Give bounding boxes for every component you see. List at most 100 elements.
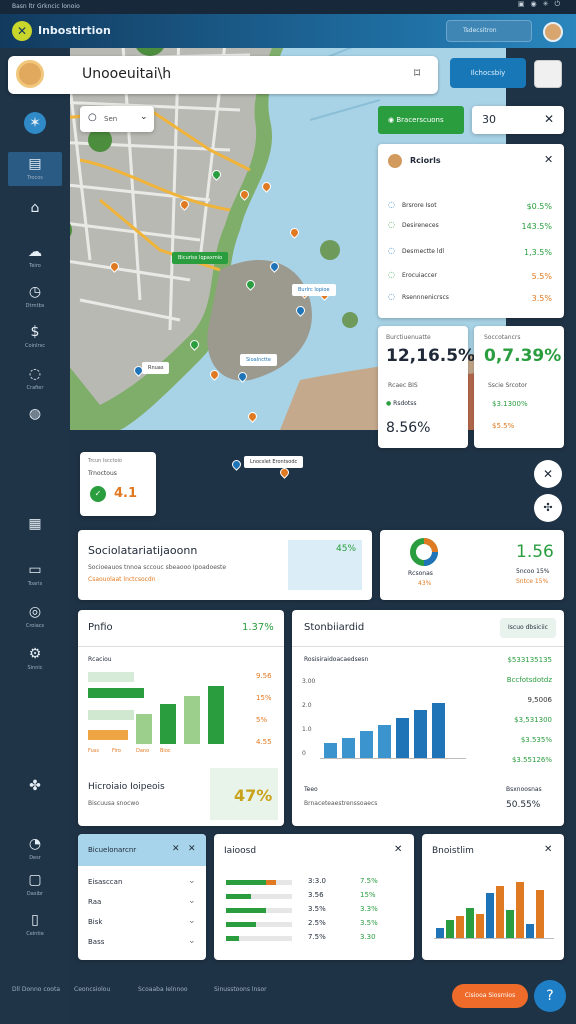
performance-legend: Rcaciou <box>88 656 112 663</box>
profile-avatar[interactable] <box>16 60 44 88</box>
star-icon[interactable]: ✕ <box>172 844 180 854</box>
close-icon[interactable]: ✕ <box>394 844 402 855</box>
sidebar-item-ceintie[interactable]: ▯ Ceintie <box>8 912 62 937</box>
histogram-bar <box>476 914 484 938</box>
map-search-input[interactable]: ○ Sen ⌄ <box>80 106 154 132</box>
bottom-bar-item[interactable]: Dll Donno coota <box>12 986 60 993</box>
top-action-button[interactable]: Ilchocsbiy <box>450 58 526 88</box>
map-marker-label[interactable]: Rnuas <box>142 362 170 374</box>
bottom-action-label: Cisiooa Siosrnios <box>464 992 516 999</box>
sidebar-item-croiacs[interactable]: ◎ Croiacs <box>8 604 62 629</box>
sidebar-item-desr[interactable]: ◔ Desr <box>8 836 62 861</box>
performance-value: 1.37% <box>242 622 274 633</box>
statistics-bar <box>432 703 445 758</box>
progress-fill <box>226 936 240 941</box>
secondary-avatar[interactable] <box>534 60 562 88</box>
map-marker-label[interactable]: Bicuriss Iqpaxmio <box>172 252 229 264</box>
sidebar-item-sinnic[interactable]: ⚙ Sinnic <box>8 646 62 671</box>
statistics-right-value: $3.535% <box>520 736 552 744</box>
chevron-down-icon[interactable]: ⌄ <box>188 876 196 886</box>
histogram-bar <box>516 882 524 938</box>
performance-bottom-value: 47% <box>234 786 273 805</box>
close-icon[interactable]: ✕ <box>544 112 554 126</box>
sidebar-item-label: Trocos <box>27 175 43 181</box>
user-avatar[interactable] <box>543 22 563 42</box>
chevron-down-icon[interactable]: ⌄ <box>188 896 196 906</box>
map-pin-icon[interactable] <box>278 466 291 479</box>
sidebar-item-grid[interactable]: ▦ <box>8 516 62 532</box>
header-search[interactable]: Tsdecsitron <box>446 20 532 42</box>
sidebar-item-coinlrsc[interactable]: $ Coinlrsc <box>8 324 62 349</box>
map-filter-chip[interactable]: ◉ Bracerscuons <box>378 106 464 134</box>
panel-title: Rciorls <box>410 156 441 165</box>
tablet-icon: ▯ <box>31 912 39 928</box>
bottom-bar-item[interactable]: Sinusstoons lnsor <box>214 986 267 993</box>
statistics-bar <box>414 710 427 758</box>
sidebar-item-trocos[interactable]: ▤ Trocos <box>8 152 62 186</box>
list-item[interactable]: Bisk <box>88 918 102 926</box>
close-icon[interactable]: ✕ <box>544 844 552 855</box>
sidebar-item-toaris[interactable]: ▭ Toaris <box>8 562 62 587</box>
performance-bottom-title: Hicroiaio Ioipeois <box>88 782 165 792</box>
statistics-y-tick: 3.00 <box>302 678 316 685</box>
map-marker-label[interactable]: Lnocslet Erontsodc <box>244 456 304 468</box>
map-pin-icon[interactable] <box>230 458 243 471</box>
progress-fill <box>226 922 256 927</box>
lock-icon: ▣ <box>517 0 531 8</box>
app-logo-icon[interactable]: ✕ <box>12 21 32 41</box>
sidebar-item-label: Dasibr <box>26 891 44 897</box>
bookmark-icon[interactable]: ⌑ <box>414 66 420 80</box>
chart-icon: ◍ <box>28 406 42 422</box>
system-bar: Basn ltr Grkncic lonoio <box>0 0 576 14</box>
histogram-bar <box>466 908 474 938</box>
map-layers-button[interactable]: ✣ <box>534 494 562 522</box>
metric-a-sub2-row: ● Rsdotss <box>386 400 417 407</box>
sidebar-item-label: Desr <box>29 855 41 861</box>
statistics-button[interactable]: Iscuo dbsiciic <box>500 618 556 638</box>
metric-card-b: Soccotancrs 0,7.39% Sscie Srcotor $3.130… <box>474 326 564 448</box>
list-item[interactable]: Eisasccan <box>88 878 122 886</box>
performance-x-label: Dano <box>136 748 150 754</box>
histogram-bar <box>486 893 494 938</box>
settings-icon: ⚙ <box>28 646 42 662</box>
help-fab[interactable]: ? <box>534 980 566 1012</box>
map-close-button[interactable]: ✕ <box>534 460 562 488</box>
list-item[interactable]: Bass <box>88 938 104 946</box>
sidebar-item-compass[interactable]: ✶ <box>8 112 62 134</box>
search-icon: ○ <box>88 112 97 123</box>
progress-fill-accent <box>265 880 277 885</box>
panel-row-label: Rsennnenicrscs <box>402 294 449 301</box>
panel-row-value: 5.5% <box>531 272 552 281</box>
sidebar-item-dasibr[interactable]: ▢ Dasibr <box>8 872 62 897</box>
map-marker-label[interactable]: Burlrc Iopioe <box>292 284 336 296</box>
system-icons: ▣◉✳⏻ <box>518 0 566 9</box>
bottom-bar-item[interactable]: Scoaaba Ielnnoo <box>138 986 188 993</box>
chevron-down-icon[interactable]: ⌄ <box>188 916 196 926</box>
statistics-right-value: 9,5006 <box>527 696 553 704</box>
statistics-right-value: $533135135 <box>507 656 552 664</box>
histogram-card: Bnoistlim ✕ <box>422 834 564 960</box>
close-icon[interactable]: ✕ <box>188 844 196 854</box>
sidebar-item-crafier[interactable]: ◌ Crafier <box>8 366 62 391</box>
performance-bottom-sub: Biscuusa snocwo <box>88 800 139 807</box>
top-search-bar[interactable] <box>8 56 438 94</box>
metric-a-label: Burctiuenuatte <box>386 334 431 341</box>
sidebar-item-home[interactable]: ⌂ <box>8 200 62 216</box>
bottom-action-button[interactable]: Cisiooa Siosrnios <box>452 984 528 1008</box>
sidebar-item-share[interactable]: ✤ <box>8 778 62 794</box>
grid-icon: ▦ <box>28 516 42 532</box>
close-icon[interactable]: ✕ <box>544 153 553 166</box>
sidebar-item-chart[interactable]: ◍ <box>8 406 62 422</box>
progress-value-b: 3.30 <box>360 933 376 941</box>
sidebar-item-dtrntbs[interactable]: ◷ Dtrntbs <box>8 284 62 309</box>
system-bar-text: Basn ltr Grkncic lonoio <box>12 3 80 10</box>
map-count-chip[interactable]: 30 ✕ <box>472 106 564 134</box>
sidebar-item-label: Dtrntbs <box>25 303 45 309</box>
list-item[interactable]: Raa <box>88 898 101 906</box>
map-marker-label[interactable]: Sioalnctte <box>240 354 277 366</box>
statistics-y-tick: 1.0 <box>302 726 312 733</box>
chevron-down-icon[interactable]: ⌄ <box>188 936 196 946</box>
sidebar-item-teiro[interactable]: ☁ Teiro <box>8 244 62 269</box>
performance-title: Pnfio <box>88 622 113 633</box>
bottom-bar-item[interactable]: Ceoncsiolou <box>74 986 110 993</box>
